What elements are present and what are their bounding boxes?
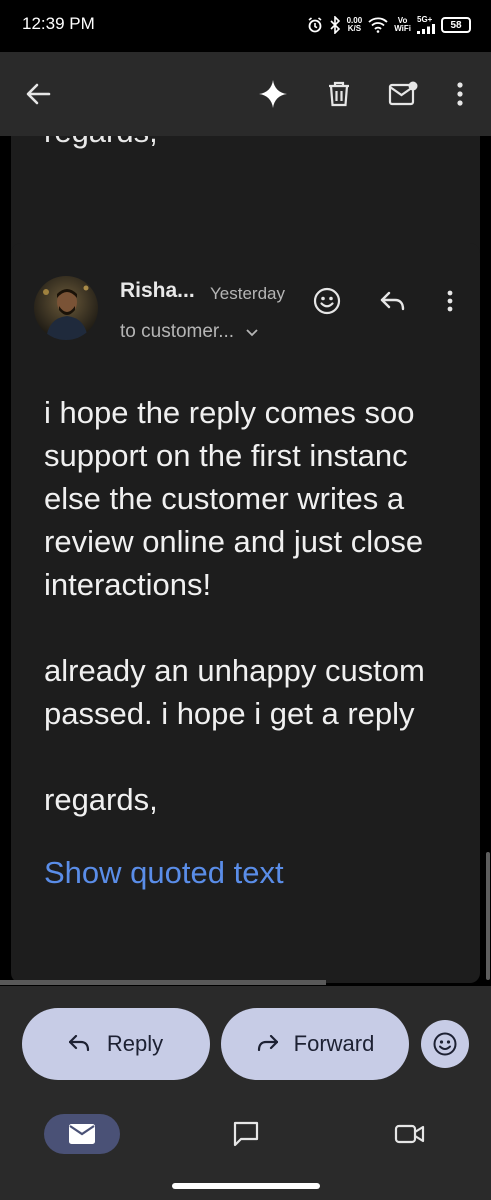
message-time: Yesterday [210, 284, 285, 303]
body-line: already an unhappy custom [44, 653, 425, 688]
recipients-toggle[interactable]: to customer... [120, 321, 258, 343]
reply-button[interactable]: Reply [22, 1008, 210, 1080]
forward-arrow-icon [256, 1031, 278, 1057]
avatar[interactable] [34, 276, 98, 340]
body-line: interactions! [44, 567, 212, 602]
body-line: i hope the reply comes soo [44, 395, 415, 430]
body-line: regards, [44, 782, 158, 817]
reply-icon[interactable] [375, 283, 411, 319]
battery-level: 58 [450, 19, 462, 31]
home-indicator[interactable] [172, 1183, 320, 1189]
smile-icon [433, 1032, 457, 1056]
alarm-icon [307, 17, 323, 33]
previous-message-text: regards, [44, 136, 158, 150]
wifi-icon [368, 17, 388, 33]
message-more-icon[interactable] [432, 283, 468, 319]
body-line: passed. i hope i get a reply [44, 696, 415, 731]
show-quoted-text-link[interactable]: Show quoted text [44, 855, 284, 891]
trash-icon[interactable] [317, 72, 361, 116]
cell-signal-icon: 5G+ [417, 16, 435, 34]
emoji-react-button[interactable] [421, 1020, 469, 1068]
forward-label: Forward [293, 1031, 375, 1056]
bottom-navigation [0, 1101, 491, 1200]
app-bar [0, 52, 491, 136]
nav-mail[interactable] [44, 1114, 120, 1154]
net-speed-unit: K/S [347, 24, 362, 33]
meet-icon [394, 1124, 425, 1144]
horizontal-scrollbar[interactable] [0, 980, 326, 985]
body-blank-line [44, 735, 480, 778]
status-time: 12:39 PM [22, 14, 95, 33]
status-bar: 12:39 PM 0.00 K/S Vo WiFi 5G+ 58 [0, 0, 491, 52]
mark-unread-icon[interactable] [381, 72, 425, 116]
vertical-scrollbar[interactable] [486, 852, 490, 980]
mail-icon [69, 1124, 95, 1144]
body-line: support on the first instanc [44, 438, 408, 473]
sender-name[interactable]: Risha... [120, 279, 195, 303]
nav-chat[interactable] [226, 1114, 266, 1154]
arrow-left-icon[interactable] [16, 72, 60, 116]
forward-button[interactable]: Forward [221, 1008, 409, 1080]
message-thread[interactable]: regards, Risha... Yesterday to customer.… [0, 136, 491, 986]
network-type: 5G+ [417, 15, 433, 24]
vowifi-indicator: Vo WiFi [394, 17, 411, 33]
status-icons: 0.00 K/S Vo WiFi 5G+ 58 [307, 12, 471, 38]
chat-icon [233, 1121, 259, 1147]
net-speed: 0.00 K/S [347, 17, 363, 33]
reply-arrow-icon [68, 1031, 91, 1057]
reply-label: Reply [106, 1031, 164, 1056]
battery-icon: 58 [441, 17, 471, 33]
body-blank-line [44, 606, 480, 649]
message-card: Risha... Yesterday to customer... i hope… [11, 243, 480, 983]
recipients-text: to customer... [120, 321, 235, 342]
body-line: review online and just close [44, 524, 424, 559]
vowifi-bottom: WiFi [394, 24, 411, 33]
more-vert-icon[interactable] [438, 72, 482, 116]
message-action-bar: Reply Forward [0, 986, 491, 1101]
message-body: i hope the reply comes soo support on th… [44, 391, 480, 821]
sparkle-icon[interactable] [251, 72, 295, 116]
bluetooth-icon [329, 16, 341, 34]
emoji-reaction-icon[interactable] [309, 283, 345, 319]
body-line: else the customer writes a [44, 481, 405, 516]
chevron-down-icon [246, 321, 258, 343]
nav-meet[interactable] [390, 1114, 430, 1154]
